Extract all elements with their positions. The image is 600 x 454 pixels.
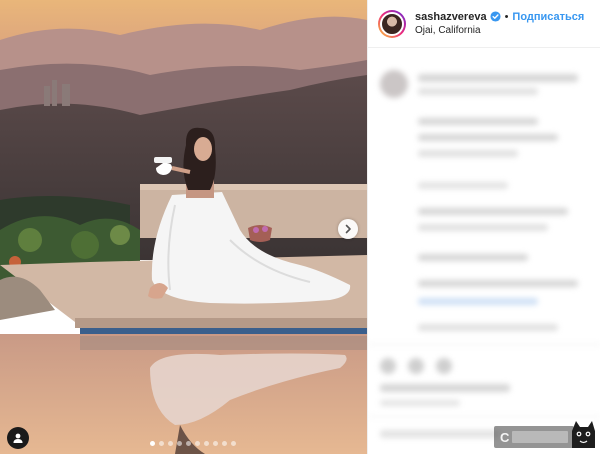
carousel-dot [168, 441, 173, 446]
blurred-content [368, 48, 600, 454]
watermark-logo: С [494, 421, 595, 448]
verified-badge-icon [490, 11, 501, 22]
post-photo [0, 0, 367, 454]
follow-button[interactable]: Подписаться [512, 10, 584, 24]
avatar[interactable] [378, 9, 406, 38]
next-photo-button[interactable] [338, 219, 358, 239]
svg-text:С: С [500, 430, 510, 445]
separator-dot: • [504, 10, 509, 23]
carousel-dot [195, 441, 200, 446]
carousel-dot [177, 441, 182, 446]
photo-scene [0, 0, 367, 454]
tagged-users-button[interactable] [7, 427, 29, 449]
location-link[interactable]: Ojai, California [415, 24, 584, 38]
post-sidebar: sashazvereva • Подписаться Ojai, Califor… [367, 0, 600, 454]
carousel-dot [213, 441, 218, 446]
carousel-dot [231, 441, 236, 446]
post-header-row: sashazvereva • Подписаться [415, 10, 584, 24]
post-header-info: sashazvereva • Подписаться Ojai, Califor… [415, 10, 584, 38]
user-tag-icon [13, 433, 23, 443]
carousel-dot [222, 441, 227, 446]
username-link[interactable]: sashazvereva [415, 10, 487, 24]
carousel-dot [150, 441, 155, 446]
chevron-right-icon [345, 224, 351, 234]
post-header: sashazvereva • Подписаться Ojai, Califor… [368, 0, 600, 48]
blurred-comments-area [368, 48, 600, 454]
avatar-photo [380, 11, 404, 36]
carousel-dot [186, 441, 191, 446]
carousel-dot [204, 441, 209, 446]
carousel-indicator [150, 441, 236, 446]
carousel-dot [159, 441, 164, 446]
